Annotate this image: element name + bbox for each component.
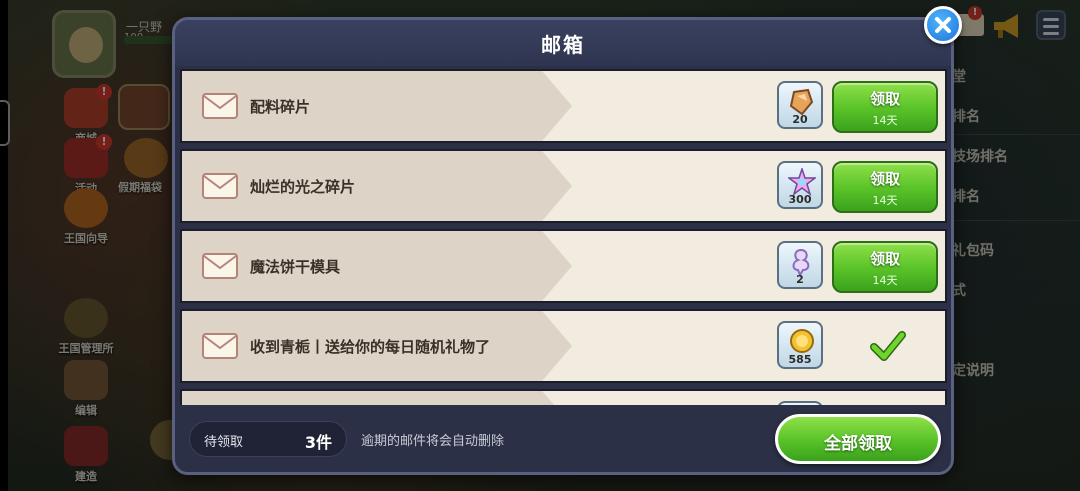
screen-edge bbox=[0, 0, 8, 491]
item-count: 2 bbox=[796, 273, 804, 286]
claim-label: 领取 bbox=[869, 170, 900, 188]
claim-all-label: 全部领取 bbox=[824, 434, 892, 454]
side-event-icon[interactable] bbox=[118, 84, 170, 130]
reward-item[interactable]: 585 bbox=[777, 321, 823, 369]
dialog-title: 邮箱 bbox=[541, 33, 585, 57]
envelope-icon bbox=[202, 93, 238, 119]
star-shard-icon bbox=[788, 168, 816, 196]
build-icon bbox=[64, 426, 108, 466]
menu-kingdom-management[interactable]: 王国管理所 bbox=[50, 298, 122, 356]
pending-count: 3件 bbox=[304, 433, 332, 452]
row-shade bbox=[182, 71, 572, 141]
holiday-bag-icon[interactable] bbox=[124, 138, 168, 178]
mail-alert-badge: ! bbox=[968, 6, 982, 20]
gold-coin-icon bbox=[790, 329, 814, 353]
cookie-mold-icon bbox=[792, 248, 810, 276]
alert-badge: ! bbox=[96, 84, 112, 100]
menu-label: 建造 bbox=[75, 470, 97, 483]
right-menu-item[interactable]: 排名 bbox=[952, 106, 980, 126]
menu-label: 王国向导 bbox=[64, 232, 108, 245]
expiry-days: 14天 bbox=[872, 114, 898, 127]
compass-icon bbox=[64, 188, 108, 228]
mail-row[interactable] bbox=[180, 389, 947, 405]
edit-icon bbox=[64, 360, 108, 400]
right-menu-item[interactable]: 礼包码 bbox=[952, 240, 994, 260]
menu-edit[interactable]: 编辑 bbox=[50, 360, 122, 418]
right-menu-item[interactable]: 排名 bbox=[952, 186, 980, 206]
row-shade bbox=[182, 391, 572, 405]
envelope-icon bbox=[202, 333, 238, 359]
mail-title: 配料碎片 bbox=[250, 98, 311, 116]
row-shade bbox=[182, 151, 572, 221]
ingredient-shard-icon bbox=[789, 88, 814, 116]
menu-events[interactable]: ! 活动 bbox=[50, 134, 122, 196]
claim-all-button[interactable]: 全部领取 bbox=[775, 414, 941, 464]
management-icon bbox=[64, 298, 108, 338]
megaphone-icon[interactable] bbox=[990, 12, 1024, 40]
player-level: 100 bbox=[124, 32, 144, 43]
claim-button[interactable]: 领取 14天 bbox=[832, 81, 938, 133]
reward-item[interactable]: 300 bbox=[777, 161, 823, 209]
mail-title: 魔法饼干模具 bbox=[250, 258, 341, 276]
menu-build[interactable]: 建造 bbox=[50, 426, 122, 484]
player-avatar[interactable] bbox=[52, 10, 116, 78]
mail-list[interactable]: 配料碎片 20 领取 14天 灿烂的光之碎片 300 领取 14天 魔法饼干模具… bbox=[180, 69, 947, 405]
claim-label: 领取 bbox=[869, 250, 900, 268]
menu-line bbox=[1043, 25, 1059, 28]
cookie-face-icon bbox=[69, 27, 103, 63]
menu-shop[interactable]: ! 商城 bbox=[50, 84, 122, 146]
item-count: 585 bbox=[788, 353, 812, 366]
pending-counter: 待领取 3件 bbox=[189, 421, 347, 457]
menu-line bbox=[1043, 32, 1059, 35]
alert-badge: ! bbox=[96, 134, 112, 150]
right-menu-item[interactable]: 技场排名 bbox=[952, 146, 1008, 166]
divider bbox=[952, 134, 1080, 135]
hamburger-menu-button[interactable] bbox=[1036, 10, 1066, 40]
checkmark-icon bbox=[870, 331, 906, 361]
mailbox-dialog: 邮箱 配料碎片 20 领取 14天 灿烂的光之碎片 300 领取 14天 魔法饼… bbox=[172, 17, 954, 475]
close-icon bbox=[935, 17, 951, 33]
player-name: 一只野 bbox=[126, 20, 163, 34]
right-menu-item[interactable]: 定说明 bbox=[952, 360, 994, 380]
dialog-header: 邮箱 bbox=[175, 20, 951, 66]
mail-row[interactable]: 配料碎片 20 领取 14天 bbox=[180, 69, 947, 143]
envelope-icon bbox=[202, 253, 238, 279]
close-button[interactable] bbox=[924, 6, 962, 44]
gift-icon: ! bbox=[64, 134, 112, 178]
claim-button[interactable]: 领取 14天 bbox=[832, 241, 938, 293]
side-pull-tab[interactable] bbox=[0, 100, 10, 146]
menu-kingdom-guide[interactable]: 王国向导 bbox=[50, 188, 122, 246]
expiry-days: 14天 bbox=[872, 194, 898, 207]
row-shade bbox=[182, 231, 572, 301]
reward-item[interactable]: 2 bbox=[777, 241, 823, 289]
mail-title: 收到青栀丨送给你的每日随机礼物了 bbox=[250, 338, 491, 356]
claim-button[interactable]: 领取 14天 bbox=[832, 161, 938, 213]
level-bar bbox=[124, 36, 176, 44]
right-menu-item[interactable]: 堂 bbox=[952, 66, 966, 86]
pending-label: 待领取 bbox=[204, 435, 244, 450]
menu-line bbox=[1043, 18, 1059, 21]
mail-row[interactable]: 收到青栀丨送给你的每日随机礼物了 585 bbox=[180, 309, 947, 383]
menu-label: 编辑 bbox=[75, 404, 97, 417]
shop-icon: ! bbox=[64, 84, 112, 128]
expiry-days: 14天 bbox=[872, 274, 898, 287]
menu-label: 活动 bbox=[75, 182, 97, 195]
right-menu-item[interactable]: 式 bbox=[952, 280, 966, 300]
reward-item[interactable] bbox=[777, 401, 823, 405]
claim-label: 领取 bbox=[869, 90, 900, 108]
holiday-bag-label: 假期福袋 bbox=[118, 181, 162, 194]
item-count: 300 bbox=[788, 193, 812, 206]
dialog-footer: 待领取 3件 逾期的邮件将会自动删除 全部领取 bbox=[175, 406, 951, 472]
envelope-icon bbox=[202, 173, 238, 199]
mail-row[interactable]: 灿烂的光之碎片 300 领取 14天 bbox=[180, 149, 947, 223]
mail-title: 灿烂的光之碎片 bbox=[250, 178, 356, 196]
mail-row[interactable]: 魔法饼干模具 2 领取 14天 bbox=[180, 229, 947, 303]
menu-label: 王国管理所 bbox=[58, 342, 114, 355]
menu-label: 商城 bbox=[75, 132, 97, 145]
reward-item[interactable]: 20 bbox=[777, 81, 823, 129]
item-count: 20 bbox=[792, 113, 808, 126]
divider bbox=[952, 220, 1080, 221]
expiry-note: 逾期的邮件将会自动删除 bbox=[361, 434, 505, 449]
